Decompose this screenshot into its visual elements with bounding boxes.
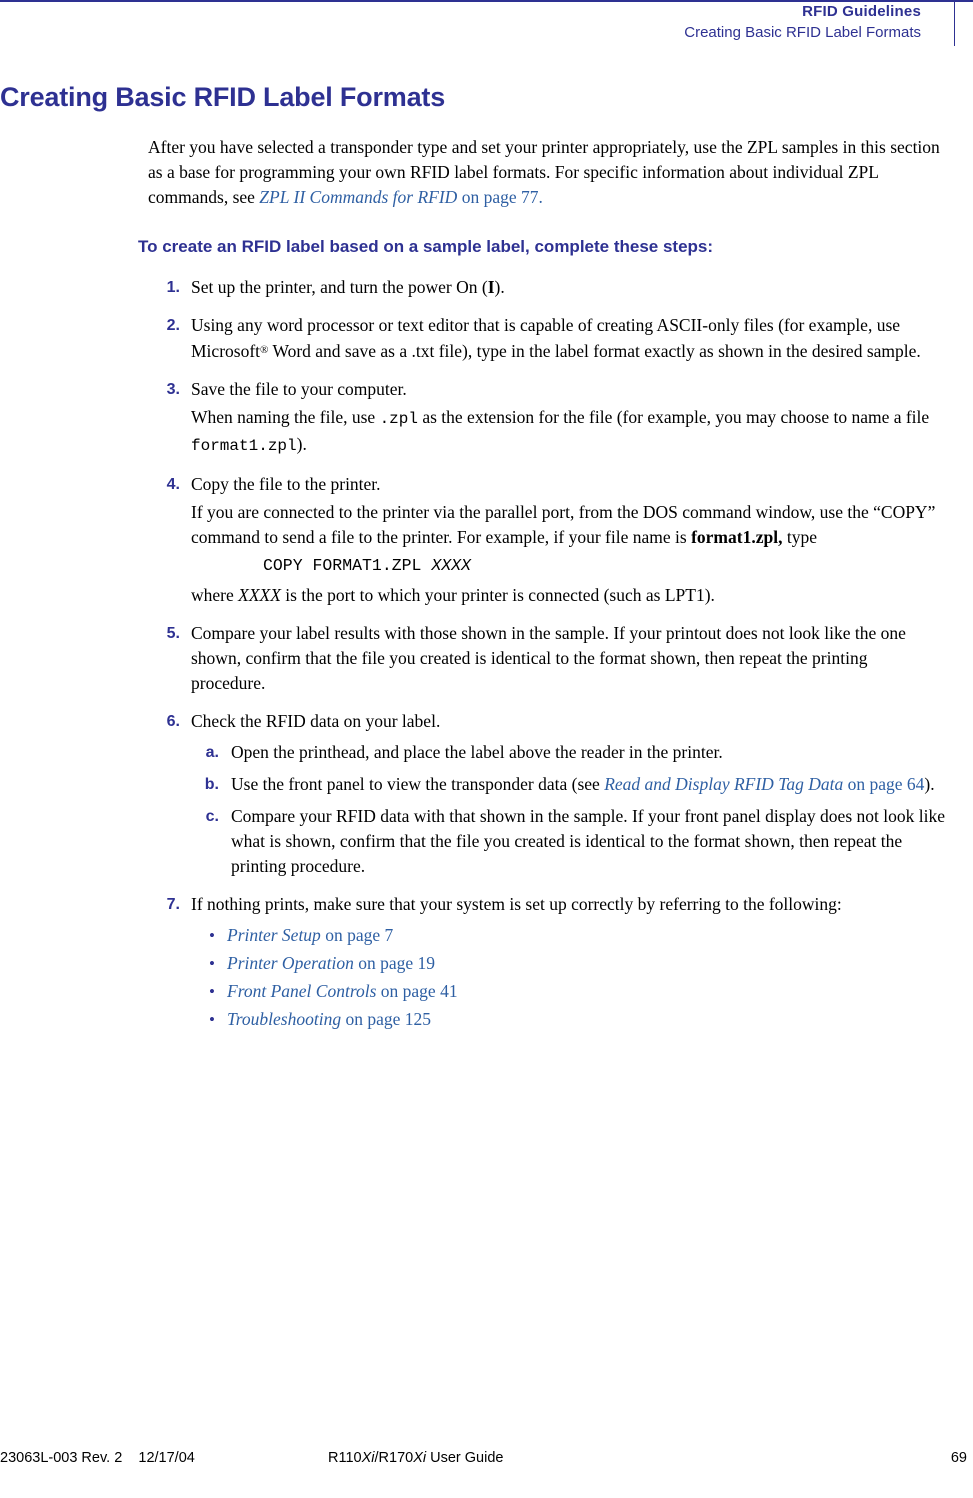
substeps-list: a. Open the printhead, and place the lab…: [191, 740, 945, 879]
step-4-detail: If you are connected to the printer via …: [191, 500, 945, 550]
link-front-panel-controls-page: on page 41: [376, 981, 458, 1001]
footer-document-id: 23063L-003 Rev. 2 12/17/04: [0, 1450, 195, 1466]
list-item: • Printer Setup on page 7: [191, 923, 945, 948]
step-number: 2.: [166, 317, 180, 334]
step-4-text-a: Copy the file to the printer.: [191, 474, 381, 494]
page-title: Creating Basic RFID Label Formats: [0, 82, 446, 112]
step-3-text-a: Save the file to your computer.: [191, 379, 407, 399]
step-2-text: Using any word processor or text editor …: [191, 313, 945, 364]
step-4-text-e: is the port to which your printer is con…: [280, 585, 715, 605]
substep-b-text-c: ).: [924, 774, 935, 794]
header-subtitle: Creating Basic RFID Label Formats: [684, 24, 921, 41]
step-2-text-b: Word and save as a .txt file), type in t…: [268, 341, 921, 361]
step-6: 6. Check the RFID data on your label. a.…: [148, 709, 945, 879]
step-5: 5. Compare your label results with those…: [148, 621, 945, 696]
step-number: 1.: [166, 279, 180, 296]
step-4-text-c: type: [782, 527, 817, 547]
step-number: 3.: [166, 381, 180, 398]
page-header: RFID Guidelines Creating Basic RFID Labe…: [0, 0, 973, 52]
step-4-where: where XXXX is the port to which your pri…: [191, 583, 945, 608]
step-4-text-d: where: [191, 585, 239, 605]
step-3-code-a: .zpl: [379, 410, 418, 428]
step-number: 5.: [166, 625, 180, 642]
step-4-command-text: COPY FORMAT1.ZPL: [263, 556, 432, 575]
substep-b: b. Use the front panel to view the trans…: [191, 772, 945, 797]
step-4-filename: format1.zpl,: [691, 527, 783, 547]
step-7-text: If nothing prints, make sure that your s…: [191, 894, 842, 914]
footer-model-b: /R170: [374, 1450, 414, 1466]
step-3-text-b: When naming the file, use: [191, 407, 380, 427]
step-1-text-a: Set up the printer, and turn the power O…: [191, 277, 488, 297]
step-4-command: COPY FORMAT1.ZPL XXXX: [263, 553, 945, 578]
bullet-icon: •: [209, 954, 215, 973]
footer-model-a: R110: [328, 1450, 362, 1466]
step-number: 7.: [166, 896, 180, 913]
section-heading: To create an RFID label based on a sampl…: [138, 237, 714, 256]
step-4-text-b: If you are connected to the printer via …: [191, 502, 936, 547]
step-3-note: When naming the file, use .zpl as the ex…: [191, 405, 945, 459]
footer-page-number: 69: [950, 1450, 967, 1466]
link-troubleshooting[interactable]: Troubleshooting: [227, 1009, 341, 1029]
step-3-text-c: as the extension for the file (for examp…: [417, 407, 930, 427]
step-3-code-b: format1.zpl: [191, 437, 297, 455]
step-5-text: Compare your label results with those sh…: [191, 623, 906, 693]
list-item: • Troubleshooting on page 125: [191, 1007, 945, 1032]
link-read-display-rfid-tag-data[interactable]: Read and Display RFID Tag Data: [604, 774, 843, 794]
header-tab: [954, 2, 973, 46]
header-text: RFID Guidelines Creating Basic RFID Labe…: [684, 2, 921, 44]
footer-guide-suffix: User Guide: [426, 1450, 504, 1466]
link-printer-operation[interactable]: Printer Operation: [227, 953, 354, 973]
substep-b-text: Use the front panel to view the transpon…: [231, 772, 945, 797]
link-zpl-commands[interactable]: ZPL II Commands for RFID: [259, 187, 457, 207]
step-4: 4. Copy the file to the printer. If you …: [148, 472, 945, 608]
substep-a: a. Open the printhead, and place the lab…: [191, 740, 945, 765]
substep-b-page-ref: on page 64: [843, 774, 925, 794]
footer-xi-1: Xi: [361, 1450, 375, 1466]
document-page: RFID Guidelines Creating Basic RFID Labe…: [0, 0, 973, 1498]
link-troubleshooting-page: on page 125: [341, 1009, 432, 1029]
step-number: 4.: [166, 476, 180, 493]
step-4-command-arg: XXXX: [431, 556, 471, 575]
step-6-text: Check the RFID data on your label.: [191, 711, 441, 731]
list-item: • Printer Operation on page 19: [191, 951, 945, 976]
step-4-text: Copy the file to the printer.: [191, 472, 945, 497]
substep-letter: b.: [204, 776, 219, 793]
step-3-text: Save the file to your computer.: [191, 377, 945, 402]
header-title: RFID Guidelines: [802, 3, 921, 20]
link-front-panel-controls[interactable]: Front Panel Controls: [227, 981, 376, 1001]
step-1-text: Set up the printer, and turn the power O…: [191, 275, 945, 300]
step-2: 2. Using any word processor or text edit…: [148, 313, 945, 364]
substep-c: c. Compare your RFID data with that show…: [191, 804, 945, 879]
step-1-text-b: ).: [494, 277, 505, 297]
bullet-icon: •: [209, 926, 215, 945]
bullet-icon: •: [209, 982, 215, 1001]
substep-letter: a.: [205, 744, 219, 761]
substep-letter: c.: [205, 808, 219, 825]
intro-text-2: on page 77.: [457, 187, 543, 207]
cross-reference-list: • Printer Setup on page 7 • Printer Oper…: [191, 923, 945, 1032]
step-1-bold: I: [487, 277, 495, 297]
substep-c-text: Compare your RFID data with that shown i…: [231, 806, 945, 876]
substep-b-text-a: Use the front panel to view the transpon…: [231, 774, 605, 794]
step-3-text-d: ).: [296, 434, 307, 454]
step-4-italic: XXXX: [238, 585, 281, 605]
steps-list: 1. Set up the printer, and turn the powe…: [148, 275, 945, 1032]
link-printer-setup-page: on page 7: [320, 925, 394, 945]
substep-a-text: Open the printhead, and place the label …: [231, 742, 723, 762]
step-7: 7. If nothing prints, make sure that you…: [148, 892, 945, 1032]
footer-xi-2: Xi: [413, 1450, 427, 1466]
footer-guide-title: R110Xi/R170Xi User Guide: [328, 1450, 503, 1466]
step-3: 3. Save the file to your computer. When …: [148, 377, 945, 459]
link-printer-setup[interactable]: Printer Setup: [227, 925, 321, 945]
link-printer-operation-page: on page 19: [353, 953, 436, 973]
page-content: After you have selected a transponder ty…: [138, 135, 945, 1045]
step-number: 6.: [166, 713, 180, 730]
intro-paragraph: After you have selected a transponder ty…: [148, 135, 945, 210]
list-item: • Front Panel Controls on page 41: [191, 979, 945, 1004]
bullet-icon: •: [209, 1010, 215, 1029]
step-1: 1. Set up the printer, and turn the powe…: [148, 275, 945, 300]
